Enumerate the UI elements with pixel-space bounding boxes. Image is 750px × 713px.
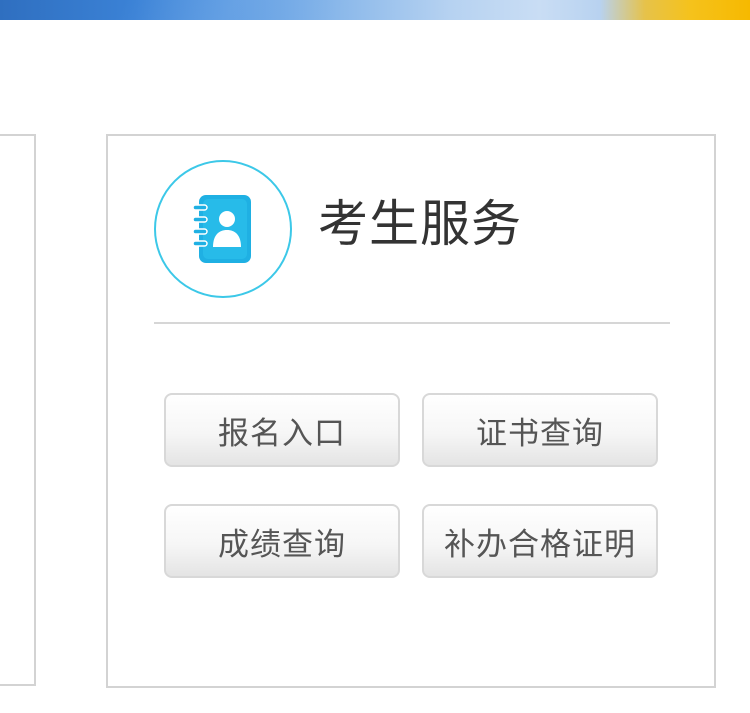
certificate-query-button[interactable]: 证书查询 xyxy=(422,393,658,467)
banner-decoration xyxy=(114,0,346,20)
divider xyxy=(154,322,670,324)
contact-book-icon xyxy=(192,195,251,263)
score-query-button[interactable]: 成绩查询 xyxy=(164,504,400,578)
panel-title: 考生服务 xyxy=(318,195,522,253)
top-banner xyxy=(0,0,750,20)
left-panel xyxy=(0,134,36,686)
reissue-certificate-button[interactable]: 补办合格证明 xyxy=(422,504,658,578)
student-service-panel: 考生服务 报名入口 证书查询 成绩查询 补办合格证明 xyxy=(106,134,716,688)
service-icon-circle xyxy=(154,160,292,298)
registration-entry-button[interactable]: 报名入口 xyxy=(164,393,400,467)
